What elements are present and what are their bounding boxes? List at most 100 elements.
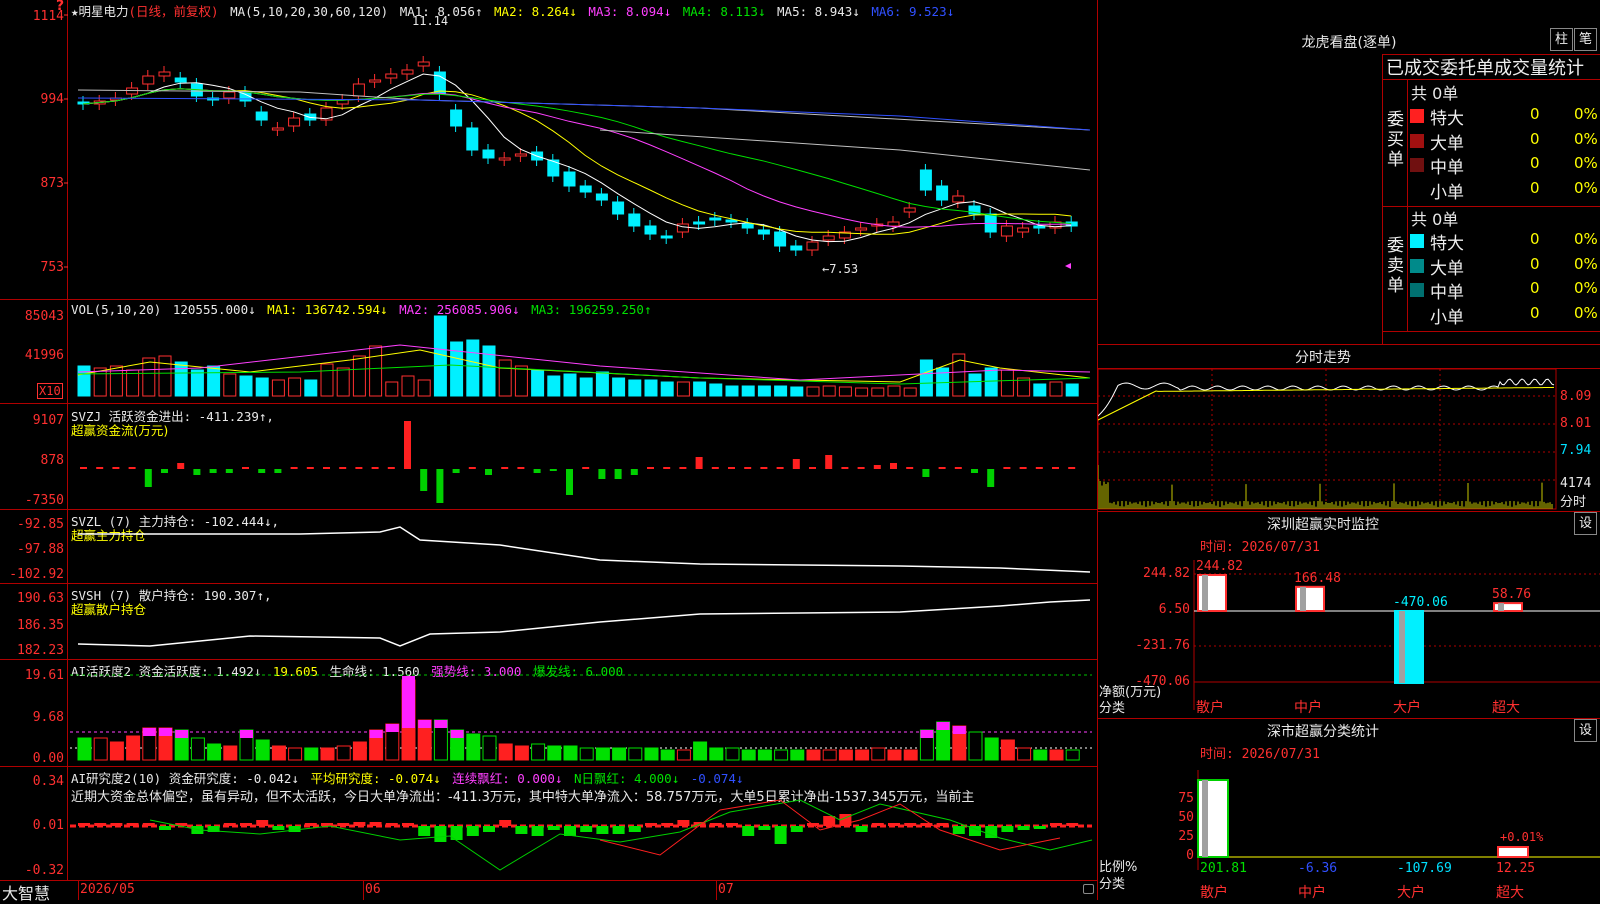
- ai-active-bar: [774, 749, 789, 761]
- ai-active-bar: [595, 747, 610, 761]
- ai-active-bar: [352, 741, 367, 761]
- svzj-bar: [323, 467, 330, 469]
- ai-active-bar: [660, 749, 675, 761]
- ai-research-bar: [1050, 823, 1062, 826]
- svzj-bar: [96, 467, 104, 469]
- candle-body: [855, 227, 868, 231]
- ai-active-cap: [240, 730, 253, 738]
- szm-bar-shade: [1300, 586, 1306, 611]
- ai-research-bar: [304, 823, 317, 826]
- candle-body: [401, 69, 414, 75]
- svzj-bar: [873, 465, 881, 469]
- svzj-bar: [566, 469, 573, 495]
- candle-body: [693, 221, 706, 225]
- candle-body: [1017, 227, 1030, 233]
- volume-bar: [676, 381, 690, 397]
- volume-bar: [158, 355, 172, 397]
- candle-body: [919, 169, 932, 191]
- svzj-bar: [485, 469, 492, 475]
- candle-body: [1000, 225, 1013, 237]
- candle-body: [369, 79, 382, 83]
- volume-bar: [417, 379, 431, 397]
- volume-bar: [709, 383, 723, 397]
- ai-active-peak-bar: [402, 676, 415, 728]
- svzj-bar: [533, 469, 541, 473]
- ai-active-bar: [693, 741, 708, 761]
- candle-body: [741, 223, 754, 229]
- ai-research-bar: [580, 826, 593, 832]
- ai-research-bar: [94, 823, 107, 826]
- szm-bar-shade: [1498, 603, 1504, 611]
- right-panel-svg: [1098, 368, 1600, 870]
- svzj-bar: [1052, 467, 1059, 469]
- ai-active-bar: [563, 745, 578, 761]
- volume-bar: [1000, 369, 1014, 397]
- ai-research-bar: [321, 823, 333, 826]
- svzj-bar: [906, 467, 914, 469]
- volume-bar: [466, 339, 480, 397]
- candle-body: [288, 117, 301, 127]
- svzj-bar: [161, 469, 168, 473]
- ai-active-bar: [725, 747, 740, 761]
- ma2-line: [82, 88, 1072, 235]
- ai-active-bar: [304, 747, 319, 761]
- candle-body: [514, 153, 527, 157]
- ai-active-bar: [1017, 747, 1032, 761]
- ai-active-bar: [207, 743, 222, 761]
- ai-research-bar: [726, 823, 738, 826]
- volume-bar: [369, 345, 383, 397]
- svzj-bar: [987, 469, 995, 487]
- ai-active-cap: [434, 720, 448, 728]
- ai-active-bar: [676, 749, 691, 761]
- szc-bar: [1497, 846, 1529, 858]
- ai-research-bar: [288, 826, 301, 832]
- candle-body: [757, 229, 770, 235]
- volume-bar: [514, 365, 528, 397]
- svzj-bar: [371, 467, 379, 469]
- ai-research-bar: [110, 823, 123, 826]
- ai-research-bar: [223, 823, 236, 826]
- ai-research-bar: [499, 820, 512, 826]
- ai-active-cap: [385, 724, 399, 732]
- ai-active-bar: [984, 737, 999, 761]
- ai-research-bar: [466, 826, 479, 836]
- svzj-bar: [290, 467, 298, 469]
- svzj-bar: [954, 467, 962, 469]
- ai-active-bar: [1049, 749, 1064, 761]
- candle-body: [417, 61, 430, 67]
- ai-active-cap: [450, 730, 464, 738]
- svzj-bar: [468, 467, 476, 469]
- volume-bar: [790, 386, 804, 397]
- volume-bar: [871, 387, 885, 397]
- svzj-bar: [695, 457, 703, 469]
- research-avg-line: [149, 799, 1093, 871]
- ai-active-bar: [1065, 749, 1080, 761]
- candle-body: [644, 225, 657, 235]
- ai-research-bar: [369, 822, 382, 826]
- ai-active-bar: [336, 745, 351, 761]
- candle-body: [903, 207, 916, 213]
- ai-research-bar: [1001, 826, 1014, 832]
- ai-research-bar: [240, 823, 252, 826]
- ai-active-bar: [77, 737, 92, 761]
- ai-research-bar: [126, 823, 139, 826]
- ai-active-cap: [936, 722, 950, 730]
- ai-active-bar: [887, 749, 902, 761]
- candle-body: [725, 219, 738, 223]
- volume-bar: [77, 365, 91, 397]
- svzj-bar: [258, 469, 266, 473]
- ai-research-bar: [434, 826, 447, 842]
- svzj-bar: [177, 463, 185, 469]
- ai-active-bar: [855, 749, 870, 761]
- volume-bar: [271, 379, 285, 397]
- svzj-bar: [614, 469, 622, 479]
- ai-research-bar: [936, 823, 949, 826]
- candle-body: [612, 201, 625, 215]
- candle-body: [385, 73, 398, 79]
- main-chart-area[interactable]: ★明星电力(日线，前复权) MA(5,10,20,30,60,120) MA1:…: [0, 0, 1098, 903]
- ai-research-bar: [337, 823, 350, 826]
- svzj-bar: [841, 467, 849, 469]
- ai-active-cap: [952, 726, 966, 734]
- ai-research-bar: [547, 826, 560, 830]
- ai-active-bar: [531, 743, 546, 761]
